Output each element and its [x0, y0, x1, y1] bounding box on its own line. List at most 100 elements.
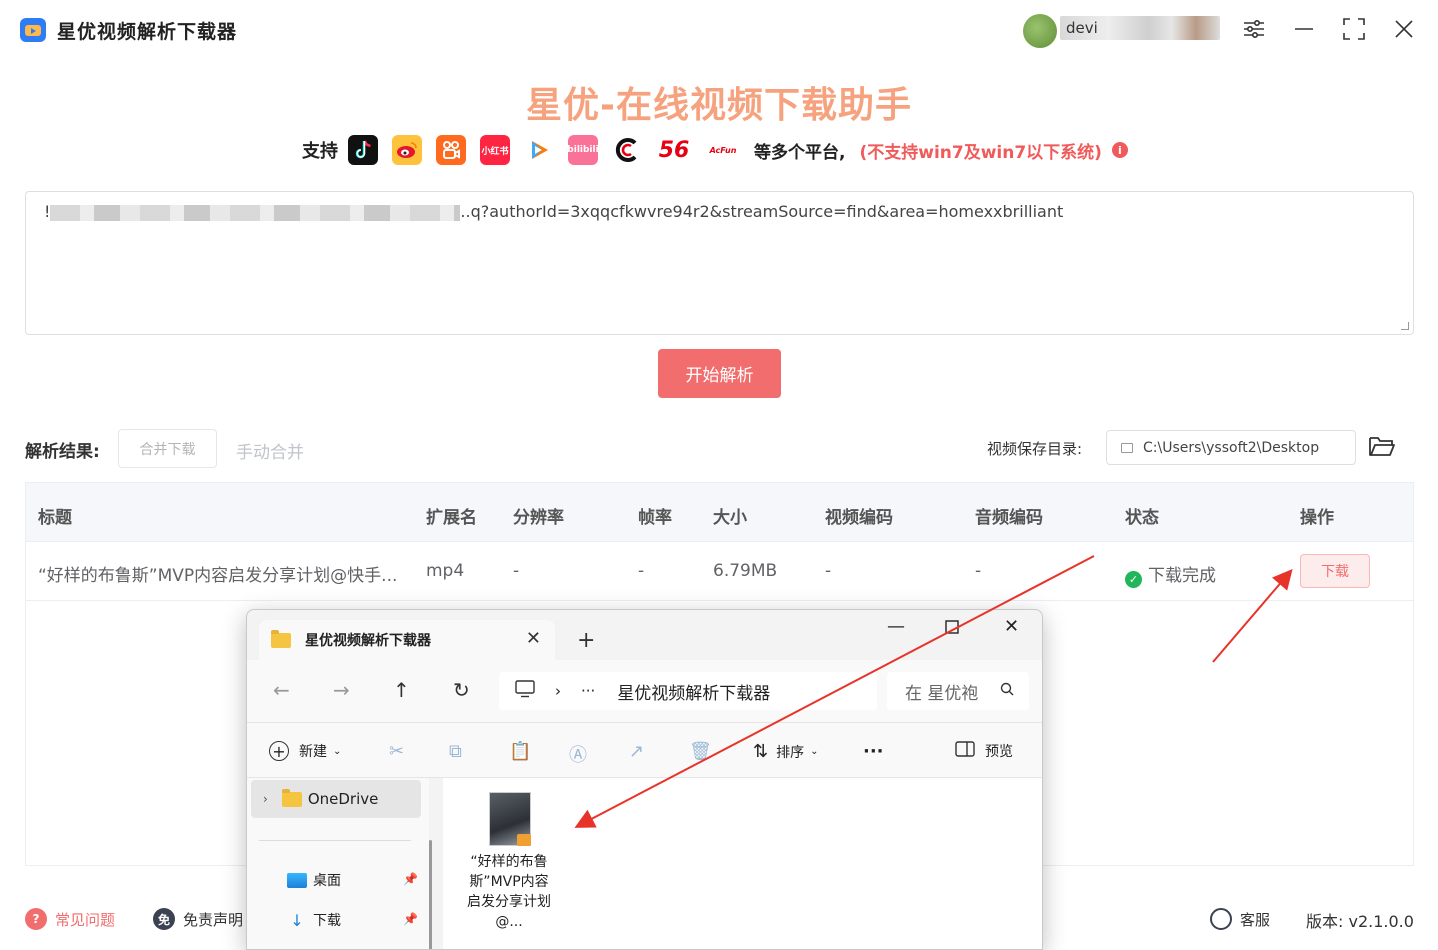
customer-service-link[interactable]: 客服: [1210, 908, 1270, 930]
sort-label: 排序: [776, 744, 805, 761]
settings-sliders-icon[interactable]: [1239, 14, 1269, 44]
chevron-right-icon: ›: [263, 792, 268, 806]
sort-button[interactable]: ⇅ 排序 ⌄: [753, 741, 818, 762]
kuaishou-icon: [436, 135, 466, 165]
chevron-down-icon: ⌄: [333, 745, 342, 757]
start-parse-button[interactable]: 开始解析: [658, 349, 781, 398]
cell-ext: mp4: [426, 561, 465, 581]
tab-close-icon[interactable]: ✕: [526, 628, 541, 649]
download-arrow-icon: ↓: [290, 910, 304, 930]
cut-icon[interactable]: ✂: [389, 741, 409, 762]
th-ext: 扩展名: [426, 508, 477, 528]
user-name[interactable]: devi: [1060, 16, 1220, 40]
resize-grip-icon[interactable]: [1401, 322, 1409, 330]
explorer-close-icon[interactable]: ✕: [1004, 616, 1019, 637]
folder-icon: [1121, 442, 1133, 453]
manual-merge-link[interactable]: 手动合并: [236, 438, 304, 463]
pin-icon: 📌: [403, 912, 418, 926]
bilibili-icon: bilibili: [567, 135, 599, 165]
explorer-command-bar: + 新建 ⌄ ✂ ⧉ 📋 Ⓐ ↗ 🗑 ⇅ 排序 ⌄ ··· 预览: [247, 722, 1042, 778]
new-button[interactable]: + 新建 ⌄: [269, 741, 341, 761]
nav-item-desktop[interactable]: 桌面: [287, 870, 341, 890]
copy-icon[interactable]: ⧉: [449, 741, 469, 762]
rename-icon[interactable]: Ⓐ: [569, 741, 589, 766]
cell-size: 6.79MB: [713, 561, 778, 581]
table-row: “好样的布鲁斯”MVP内容启发分享计划@快手... mp4 - - 6.79MB…: [26, 542, 1413, 601]
title-bar: 星优视频解析下载器 devi: [0, 0, 1438, 60]
support-label: 客服: [1240, 910, 1271, 929]
nav-item-onedrive[interactable]: › OneDrive: [251, 780, 421, 818]
address-input[interactable]: › ··· 星优视频解析下载器: [499, 672, 877, 710]
plus-circle-icon: +: [269, 741, 289, 761]
acfun-icon: AcFun: [706, 135, 740, 165]
search-input[interactable]: 在 星优袍: [887, 672, 1029, 710]
paste-icon[interactable]: 📋: [509, 741, 531, 762]
forward-arrow-icon[interactable]: →: [333, 678, 350, 702]
version-text: 版本: v2.1.0.0: [1306, 912, 1414, 931]
info-icon[interactable]: i: [1111, 142, 1128, 158]
th-audio-codec: 音频编码: [975, 508, 1043, 528]
th-resolution: 分辨率: [513, 508, 564, 528]
save-dir-label: 视频保存目录:: [987, 440, 1083, 458]
disclaimer-icon: 免: [153, 908, 175, 930]
nav-item-downloads[interactable]: ↓ 下载: [287, 910, 341, 930]
share-icon[interactable]: ↗: [629, 741, 649, 762]
delete-icon[interactable]: 🗑: [689, 741, 712, 762]
th-title: 标题: [38, 508, 72, 528]
th-fps: 帧率: [638, 508, 672, 528]
weibo-icon: [392, 135, 422, 165]
app-logo-icon: [20, 18, 46, 42]
maximize-icon[interactable]: [1339, 14, 1369, 44]
system-warning-text: (不支持win7及win7以下系统): [859, 142, 1102, 163]
breadcrumb-current[interactable]: 星优视频解析下载器: [617, 679, 770, 704]
search-icon: [1000, 682, 1014, 700]
explorer-tab-title: 星优视频解析下载器: [305, 633, 431, 649]
status-text: 下载完成: [1148, 566, 1216, 586]
download-button[interactable]: 下载: [1300, 554, 1370, 588]
downloads-label: 下载: [313, 913, 341, 929]
cell-resolution: -: [513, 561, 520, 581]
chevron-down-icon: ⌄: [810, 746, 819, 757]
nav-scrollbar[interactable]: [429, 840, 432, 949]
up-arrow-icon[interactable]: ↑: [393, 678, 410, 702]
th-action: 操作: [1300, 508, 1334, 528]
explorer-minimize-icon[interactable]: —: [887, 616, 905, 637]
folder-open-icon[interactable]: [1368, 434, 1396, 460]
56-icon: 56: [656, 135, 692, 165]
explorer-address-bar: ← → ↑ ↻ › ··· 星优视频解析下载器 在 星优袍: [247, 660, 1042, 722]
merge-download-button[interactable]: 合并下载: [118, 429, 217, 468]
file-explorer-window[interactable]: 星优视频解析下载器 ✕ + — ✕ ← → ↑ ↻ › ··· 星优视频解析下载…: [246, 609, 1043, 950]
question-icon: ?: [25, 908, 47, 930]
nav-divider: [259, 840, 411, 841]
preview-button[interactable]: 预览: [955, 741, 1013, 761]
disclaimer-link[interactable]: 免 免责声明: [153, 908, 243, 930]
minimize-icon[interactable]: [1289, 14, 1319, 44]
breadcrumb-more[interactable]: ···: [581, 682, 595, 700]
onedrive-label: OneDrive: [307, 790, 379, 808]
more-platforms-text: 等多个平台,: [754, 142, 846, 163]
url-textarea[interactable]: ! ..q?authorId=3xqqcfkwvre94r2&streamSour…: [25, 191, 1414, 335]
xiaohongshu-icon: 小红书: [480, 135, 510, 165]
new-tab-icon[interactable]: +: [577, 628, 595, 653]
table-header: 标题 扩展名 分辨率 帧率 大小 视频编码 音频编码 状态 操作: [26, 483, 1413, 542]
disclaimer-label: 免责声明: [183, 910, 244, 929]
explorer-tab[interactable]: 星优视频解析下载器 ✕: [259, 620, 555, 660]
explorer-maximize-icon[interactable]: [945, 618, 959, 639]
refresh-icon[interactable]: ↻: [453, 678, 470, 702]
folder-icon: [281, 788, 302, 807]
more-options-button[interactable]: ···: [863, 741, 884, 762]
results-label: 解析结果:: [25, 442, 100, 462]
explorer-file-area: “好样的布鲁斯”MVP内容启发分享计划@...: [443, 778, 1042, 949]
preview-pane-icon: [955, 741, 975, 761]
faq-link[interactable]: ? 常见问题: [25, 908, 115, 930]
user-avatar[interactable]: [1023, 14, 1057, 48]
back-arrow-icon[interactable]: ←: [273, 678, 290, 702]
explorer-nav-pane: › OneDrive 桌面 📌 ↓ 下载 📌: [247, 778, 432, 949]
breadcrumb-chevron-icon: ›: [555, 682, 561, 700]
faq-label: 常见问题: [55, 910, 116, 929]
support-label: 支持: [302, 141, 338, 162]
chat-bubble-icon: [1210, 908, 1232, 930]
close-icon[interactable]: [1389, 14, 1419, 44]
pin-icon: 📌: [403, 872, 418, 886]
save-dir-input[interactable]: C:\Users\yssoft2\Desktop: [1106, 430, 1356, 465]
